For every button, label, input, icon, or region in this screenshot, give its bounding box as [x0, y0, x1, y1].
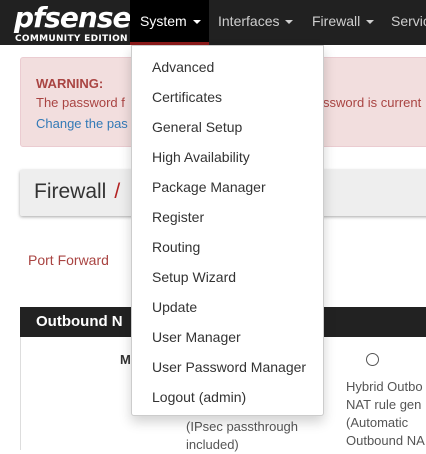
alert-text-right: ssword is current — [323, 95, 422, 110]
menu-item-update[interactable]: Update — [152, 299, 197, 315]
menu-item-routing[interactable]: Routing — [152, 239, 200, 255]
menu-item-user-manager[interactable]: User Manager — [152, 329, 241, 345]
page-title: Firewall / — [34, 180, 120, 204]
tab-port-forward[interactable]: Port Forward — [28, 252, 109, 268]
pfsense-logo[interactable]: pfsense COMMUNITY EDITION — [14, 1, 131, 44]
nav-firewall-label: Firewall — [312, 13, 361, 29]
option-hybrid-line-3: (Automatic — [346, 415, 409, 430]
option-hybrid-line-1: Hybrid Outbo — [346, 379, 423, 394]
nav-firewall[interactable]: Firewall — [312, 0, 375, 45]
option-automatic-line-2: included) — [186, 437, 239, 452]
menu-item-user-password-manager[interactable]: User Password Manager — [152, 359, 306, 375]
hybrid-mode-radio[interactable] — [366, 353, 379, 366]
menu-item-setup-wizard[interactable]: Setup Wizard — [152, 269, 236, 285]
mode-label: M — [120, 352, 131, 367]
chevron-down-icon — [285, 20, 294, 24]
breadcrumb-separator: / — [114, 180, 121, 203]
nav-interfaces-label: Interfaces — [218, 13, 280, 29]
menu-item-certificates[interactable]: Certificates — [152, 89, 222, 105]
menu-item-general-setup[interactable]: General Setup — [152, 119, 242, 135]
nav-interfaces[interactable]: Interfaces — [218, 0, 294, 45]
option-hybrid-text: Hybrid Outbo NAT rule gen (Automatic Out… — [346, 378, 425, 450]
option-hybrid-line-2: NAT rule gen — [346, 397, 422, 412]
change-password-link[interactable]: Change the pas — [36, 116, 128, 131]
menu-item-package-manager[interactable]: Package Manager — [152, 179, 266, 195]
option-automatic-line-1: (IPsec passthrough — [186, 419, 299, 434]
chevron-down-icon — [366, 20, 375, 24]
nav-system-label: System — [140, 13, 187, 29]
breadcrumb-firewall[interactable]: Firewall — [34, 180, 106, 203]
alert-text-left: The password f — [36, 95, 125, 110]
option-hybrid-line-4: Outbound NA — [346, 433, 425, 448]
nav-system[interactable]: System — [130, 0, 209, 45]
menu-item-advanced[interactable]: Advanced — [152, 59, 214, 75]
panel-title: Outbound N — [36, 313, 123, 330]
menu-item-high-availability[interactable]: High Availability — [152, 149, 250, 165]
menu-item-logout[interactable]: Logout (admin) — [152, 389, 246, 405]
nav-services-label: Servic — [391, 13, 426, 29]
menu-item-register[interactable]: Register — [152, 209, 204, 225]
logo-edition: COMMUNITY EDITION — [15, 34, 128, 44]
system-dropdown-menu: Advanced Certificates General Setup High… — [131, 45, 324, 416]
alert-title: WARNING: — [36, 76, 104, 91]
logo-wordmark: pfsense — [14, 1, 131, 34]
chevron-down-icon — [192, 20, 201, 24]
nav-services[interactable]: Servic — [391, 0, 426, 45]
top-navbar: pfsense COMMUNITY EDITION System Interfa… — [0, 0, 426, 45]
option-automatic-text: (IPsec passthrough included) — [186, 418, 298, 454]
